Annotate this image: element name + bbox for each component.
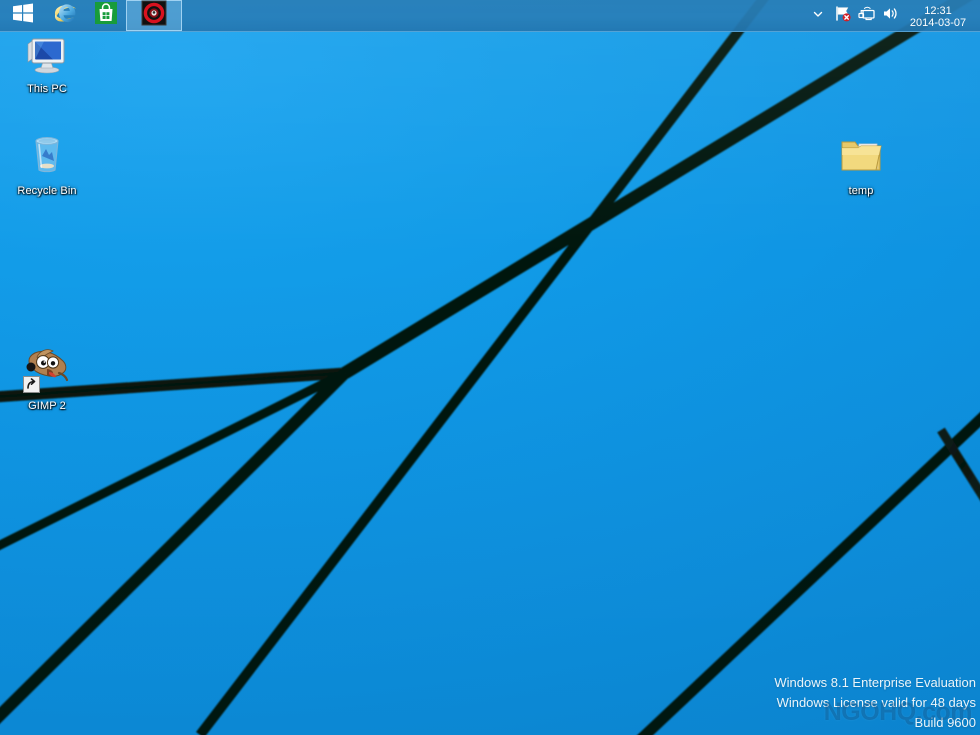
wallpaper-struts xyxy=(0,0,980,735)
desktop-icon-gimp-2[interactable]: GIMP 2 xyxy=(8,345,86,414)
network-monitor-icon xyxy=(858,5,875,27)
taskbar-buttons xyxy=(0,0,182,31)
desktop-screen: This PC Recycle Bin xyxy=(0,0,980,735)
speaker-icon xyxy=(882,5,899,27)
taskbar[interactable]: 12:31 2014-03-07 xyxy=(0,0,980,32)
taskbar-internet-explorer-button[interactable] xyxy=(46,0,86,31)
taskbar-clock[interactable]: 12:31 2014-03-07 xyxy=(902,2,976,29)
desktop-icon-label: Recycle Bin xyxy=(17,185,76,198)
desktop-icon-label: This PC xyxy=(27,83,67,96)
red-record-icon xyxy=(141,0,167,31)
clock-time: 12:31 xyxy=(908,5,968,17)
tray-volume[interactable] xyxy=(878,0,902,32)
system-tray: 12:31 2014-03-07 xyxy=(806,0,980,31)
desktop-icon-this-pc[interactable]: This PC xyxy=(8,28,86,97)
internet-explorer-icon xyxy=(53,0,79,31)
computer-monitor-icon xyxy=(23,28,71,76)
folder-icon xyxy=(837,130,885,178)
desktop-wallpaper[interactable] xyxy=(0,0,980,735)
tray-network-status[interactable] xyxy=(854,0,878,32)
tray-action-center[interactable] xyxy=(830,0,854,32)
gimp-wilber-icon xyxy=(23,345,71,393)
desktop-icon-temp[interactable]: temp xyxy=(822,130,900,199)
taskbar-media-recorder-button[interactable] xyxy=(126,0,182,31)
flag-alert-icon xyxy=(834,5,851,27)
windows-logo-icon xyxy=(12,2,34,29)
taskbar-windows-store-button[interactable] xyxy=(86,0,126,31)
desktop-icon-label: GIMP 2 xyxy=(28,400,66,413)
desktop-icon-label: temp xyxy=(849,185,874,198)
taskbar-empty-area[interactable] xyxy=(182,0,806,31)
clock-date: 2014-03-07 xyxy=(908,17,968,29)
taskbar-start-button[interactable] xyxy=(0,0,46,31)
recycle-bin-icon xyxy=(23,130,71,178)
store-bag-icon xyxy=(94,1,118,30)
tray-show-hidden-icons[interactable] xyxy=(806,0,830,32)
chevron-up-icon xyxy=(812,7,824,25)
shortcut-overlay-icon xyxy=(23,376,40,393)
desktop-icon-recycle-bin[interactable]: Recycle Bin xyxy=(8,130,86,199)
